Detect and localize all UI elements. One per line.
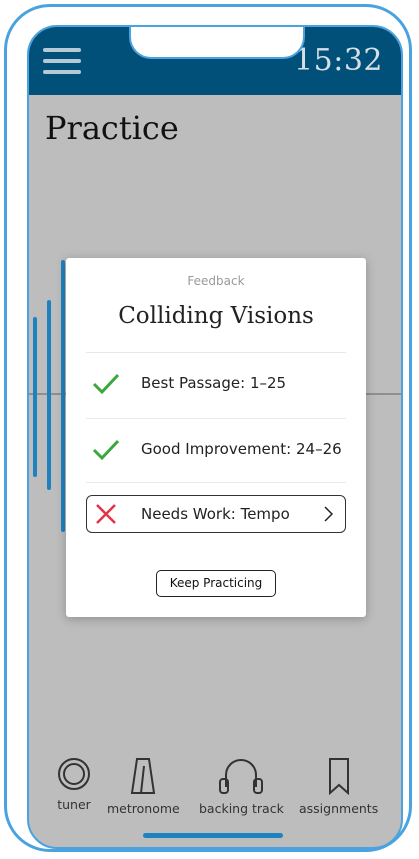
device-notch: [129, 27, 305, 59]
tab-assignments[interactable]: assignments: [299, 757, 378, 816]
headphones-icon: [219, 759, 264, 794]
tab-label: assignments: [299, 801, 379, 816]
tab-metronome[interactable]: metronome: [107, 757, 180, 816]
chevron-right-icon: [324, 506, 333, 522]
check-icon: [92, 373, 120, 395]
needs-work-item[interactable]: Needs Work: Tempo: [86, 495, 346, 533]
home-indicator[interactable]: [143, 833, 283, 838]
feedback-item-text: Good Improvement: 24–26: [141, 440, 342, 458]
hamburger-menu-icon[interactable]: [43, 48, 83, 74]
waveform-bar: [33, 317, 37, 477]
tab-backing-track[interactable]: backing track: [199, 757, 284, 816]
clock: 15:32: [294, 43, 383, 78]
metronome-icon: [131, 758, 156, 794]
modal-label: Feedback: [187, 274, 245, 288]
feedback-modal: Feedback Colliding Visions Best Passage:…: [66, 258, 366, 617]
feedback-item-separator: [86, 482, 346, 483]
bookmark-icon: [328, 758, 349, 795]
page-title: Practice: [45, 109, 179, 147]
feedback-item: Good Improvement: 24–26: [86, 418, 346, 482]
waveform-bar: [47, 300, 51, 490]
tab-label: backing track: [199, 801, 284, 816]
tab-label: tuner: [57, 797, 91, 812]
tuner-icon: [58, 758, 90, 790]
waveform-bar: [61, 260, 65, 532]
keep-practicing-button[interactable]: Keep Practicing: [156, 570, 276, 597]
feedback-item: Best Passage: 1–25: [86, 352, 346, 416]
check-icon: [92, 439, 120, 461]
feedback-item-text: Needs Work: Tempo: [141, 505, 290, 523]
app-screen: 15:32 Practice Feedback Colliding Vision…: [27, 25, 403, 849]
cross-icon: [96, 504, 116, 524]
tab-label: metronome: [107, 801, 180, 816]
tab-tuner[interactable]: tuner: [57, 757, 91, 812]
modal-title: Colliding Visions: [118, 303, 314, 329]
feedback-item-text: Best Passage: 1–25: [141, 374, 287, 392]
phone-frame: 15:32 Practice Feedback Colliding Vision…: [4, 4, 412, 852]
